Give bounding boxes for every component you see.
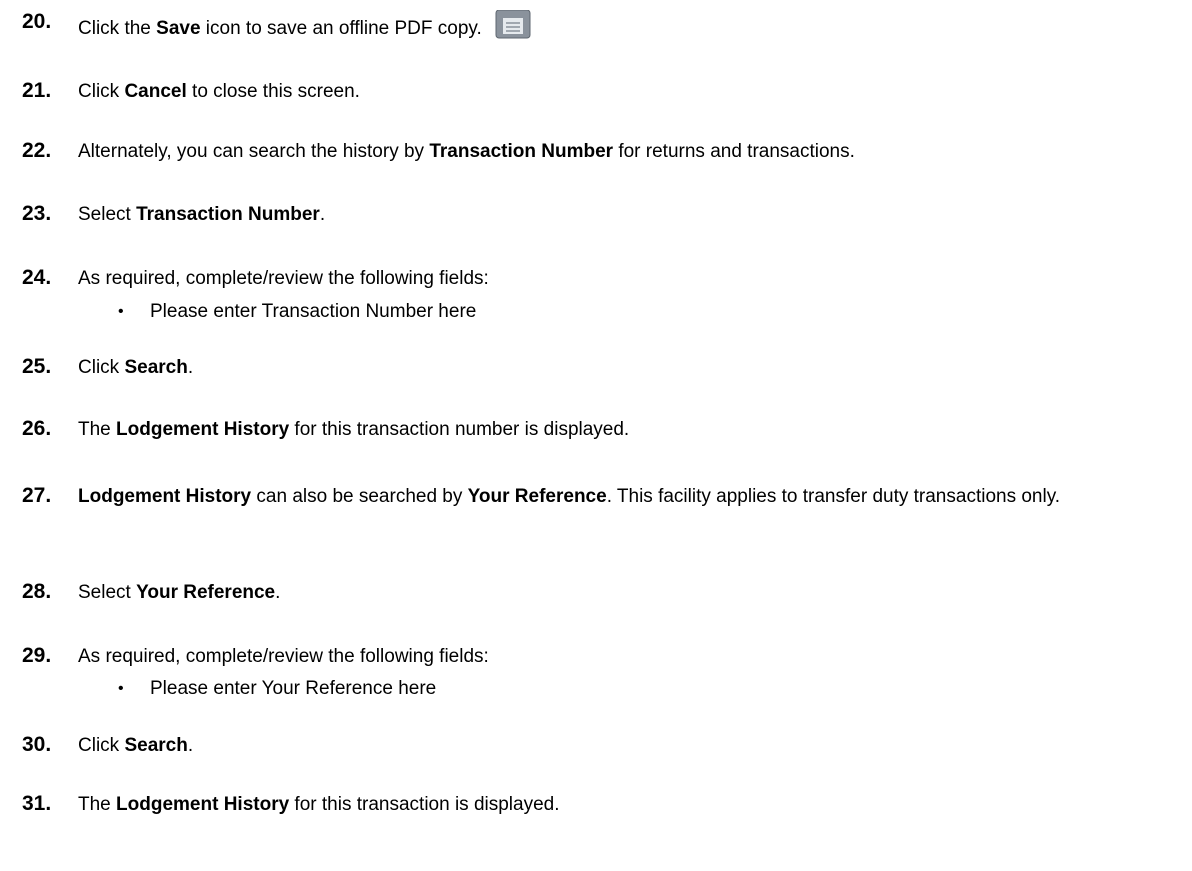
step-text: Click the Save icon to save an offline P… (78, 10, 1188, 42)
step-text-bold: Your Reference (136, 582, 276, 603)
step-number: 25. (22, 355, 52, 378)
step-text-part: The (78, 794, 117, 815)
step-text-bold: Cancel (124, 81, 187, 102)
step-number: 29. (22, 644, 52, 667)
step-text: Click Cancel to close this screen. (78, 79, 1188, 105)
step-text-part: Click the (78, 18, 157, 39)
step-text: The Lodgement History for this transacti… (78, 417, 1188, 443)
step-text-part: As required, complete/review the followi… (78, 268, 489, 289)
step-text-part: . This facility applies to transfer duty… (606, 486, 1061, 507)
step-text-bold: Search (124, 357, 188, 378)
step-text-part: for this transaction number is displayed… (289, 419, 630, 440)
instruction-document: 20. Click the Save icon to save an offli… (0, 0, 1192, 871)
step-number: 23. (22, 202, 52, 225)
step-text-part: . (275, 582, 281, 603)
step-text-part: to close this screen. (186, 81, 360, 102)
step-text-bold: Lodgement History (78, 486, 252, 507)
step-text: Lodgement History can also be searched b… (78, 484, 1188, 510)
step-number: 31. (22, 792, 52, 815)
step-text-part: Alternately, you can search the history … (78, 141, 430, 162)
step-text: Click Search. (78, 733, 1188, 759)
step-20: 20. Click the Save icon to save an offli… (0, 10, 1192, 40)
step-number: 30. (22, 733, 52, 756)
step-text-part: As required, complete/review the followi… (78, 646, 489, 667)
step-text: As required, complete/review the followi… (78, 266, 1188, 292)
step-text-part: for returns and transactions. (613, 141, 855, 162)
bullet-icon: • (118, 680, 124, 697)
step-number: 21. (22, 79, 52, 102)
field-list-item: • Please enter Your Reference here (0, 676, 1192, 702)
step-text-bold: Lodgement History (116, 794, 290, 815)
step-text-part: . (187, 357, 194, 378)
step-text-part: . (187, 735, 194, 756)
step-text: Select Your Reference. (78, 580, 1188, 606)
step-text-part: Select (78, 582, 137, 603)
step-text-part: Click (78, 735, 125, 756)
step-text-part: The (78, 419, 117, 440)
step-number: 22. (22, 139, 52, 162)
field-name: Please enter Transaction Number here (150, 301, 477, 322)
bullet-icon: • (118, 303, 124, 320)
step-text-bold: Transaction Number (429, 141, 614, 162)
step-text-bold: Save (156, 18, 201, 39)
step-text: Alternately, you can search the history … (78, 139, 1188, 165)
step-text-part: icon to save an offline PDF copy. (200, 18, 482, 39)
step-text-bold: Lodgement History (116, 419, 290, 440)
step-text-part: . (319, 204, 326, 225)
step-number: 28. (22, 580, 52, 603)
step-text-part: Click (78, 357, 125, 378)
step-text: The Lodgement History for this transacti… (78, 792, 1188, 818)
step-text-part: for this transaction is displayed. (289, 794, 560, 815)
field-list-item: • Please enter Transaction Number here (0, 299, 1192, 325)
step-number: 27. (22, 484, 52, 507)
step-text-bold: Transaction Number (136, 204, 320, 225)
step-text-part: Select (78, 204, 137, 225)
step-text: Click Search. (78, 355, 1188, 381)
step-number: 24. (22, 266, 52, 289)
step-text: As required, complete/review the followi… (78, 644, 1188, 670)
step-text-bold: Search (124, 735, 188, 756)
save-icon (494, 10, 532, 40)
step-text-part: Click (78, 81, 125, 102)
step-number: 20. (22, 10, 52, 33)
step-text: Select Transaction Number. (78, 202, 1188, 228)
step-text-bold: Your Reference (467, 486, 607, 507)
step-number: 26. (22, 417, 52, 440)
step-text-part: can also be searched by (251, 486, 468, 507)
field-name: Please enter Your Reference here (150, 678, 437, 699)
